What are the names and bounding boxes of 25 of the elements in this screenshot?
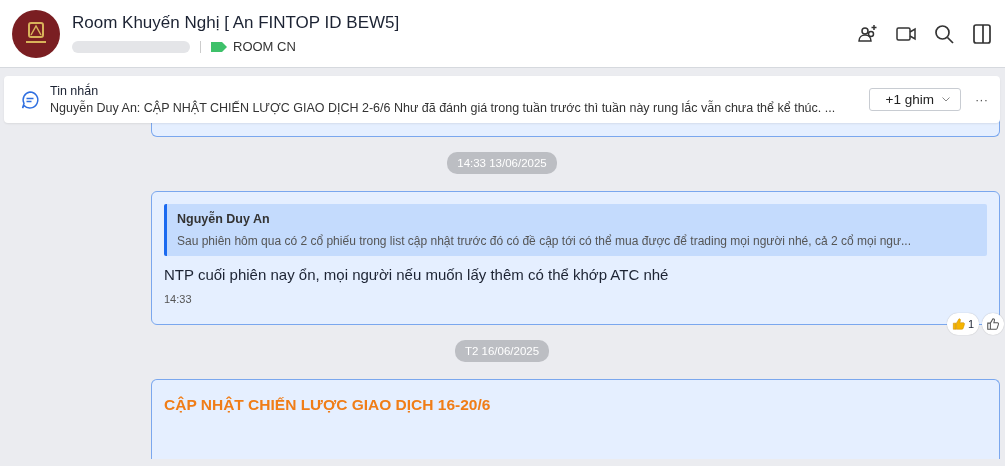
pinned-title: Tin nhắn [50, 84, 100, 98]
pinned-preview: Nguyễn Duy An: CẬP NHẬT CHIẾN LƯỢC GIAO DỊCH 2-6/6 Như đã đánh giá trong tuần trước thì tuần này rung lắc vẫn chưa thể kể thúc. ... [50, 101, 837, 115]
thumbs-up-icon [951, 317, 966, 331]
add-member-icon[interactable] [857, 22, 879, 45]
more-button[interactable]: ··· [975, 92, 988, 107]
message-heading: CẬP NHẬT CHIẾN LƯỢC GIAO DỊCH 16-20/6 [164, 396, 491, 413]
side-panel-icon[interactable] [971, 22, 993, 45]
pinned-bar[interactable]: Tin nhắn Nguyễn Duy An: CẬP NHẬT CHIẾN LƯỢC GIAO DỊCH 2-6/6 Như đã đánh giá trong tuần trước thì tuần này rung lắc vẫn chưa thể kể thúc. ... +1 ghim ··· [4, 76, 1000, 123]
thumbs-up-icon [986, 317, 1000, 331]
date-label: T2 16/06/2025 [454, 340, 550, 362]
message-time: 14:33 [164, 293, 193, 305]
quote-text: Sau phiên hôm qua có 2 cổ phiếu trong list cập nhật trước đó có đề cập tới có thể mua được để trading mọi người nhé, cả 2 cổ mọi ngư... [177, 234, 912, 248]
room-title: Room Khuyến Nghị [ An FINTOP ID BEW5] [72, 13, 401, 33]
message-text: NTP cuối phiên nay ổn, mọi người nếu muốn lấy thêm có thể khớp ATC nhé [164, 266, 670, 283]
add-reaction-button[interactable] [982, 313, 1004, 335]
date-label: 14:33 13/06/2025 [447, 152, 557, 174]
logo-avatar [12, 9, 60, 58]
tag-label: ROOM CN [233, 39, 296, 54]
reaction-badge[interactable]: 1 [946, 313, 979, 335]
pin-count-button[interactable]: +1 ghim [868, 88, 961, 111]
search-icon[interactable] [933, 22, 955, 45]
quoted-message[interactable]: Nguyễn Duy An Sau phiên hôm qua có 2 cổ phiếu trong list cập nhật trước đó có đề cập tới có thể mua được để trading mọi người nhé, cả 2 cổ mọi ngư... [164, 204, 987, 256]
quote-author: Nguyễn Duy An [177, 212, 271, 226]
chevron-icon [942, 97, 950, 102]
message-icon [20, 89, 40, 110]
